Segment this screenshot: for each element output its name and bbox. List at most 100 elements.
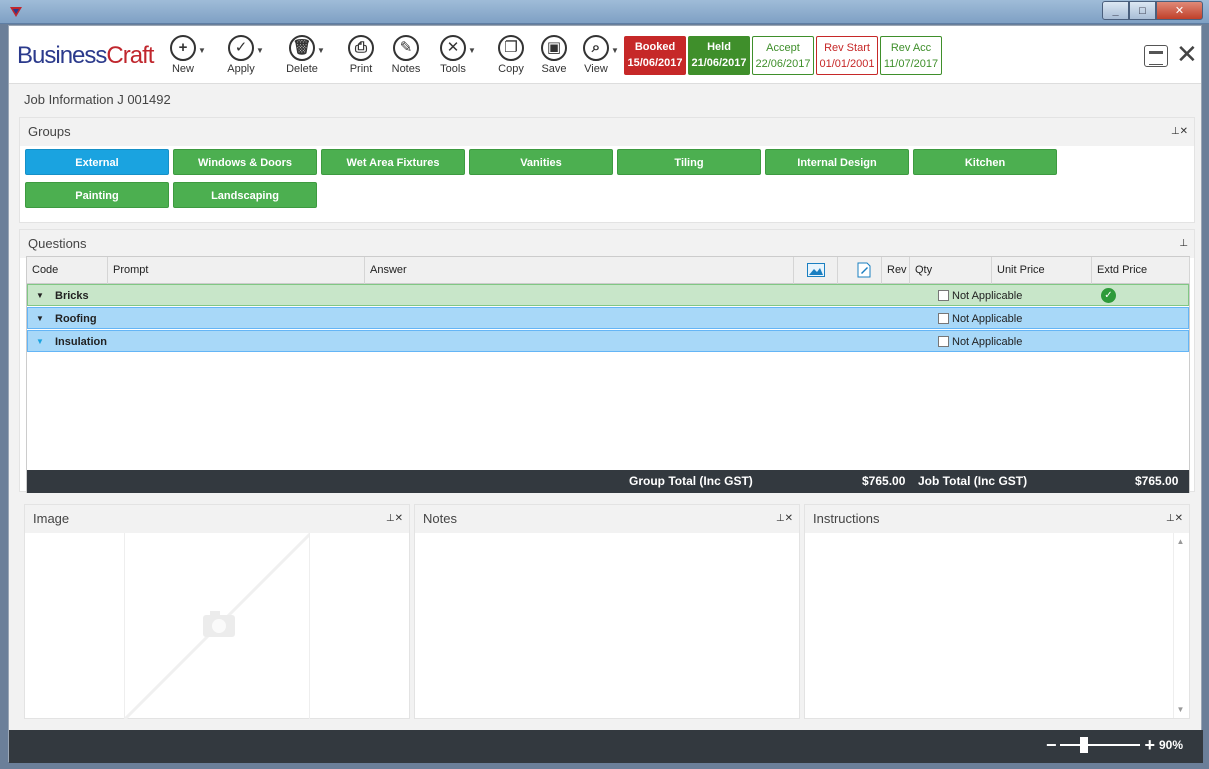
question-row-insulation[interactable]: ▼ Insulation Not Applicable — [27, 330, 1189, 352]
trash-icon: 🗑 — [289, 35, 315, 61]
status-held-badge[interactable]: Held 21/06/2017 — [688, 36, 750, 75]
chevron-down-icon[interactable]: ▼ — [611, 46, 619, 55]
status-rev-start-badge[interactable]: Rev Start 01/01/2001 — [816, 36, 878, 75]
col-image[interactable] — [794, 257, 838, 284]
chevron-down-icon[interactable]: ▼ — [468, 46, 476, 55]
tool-label: Print — [349, 63, 373, 75]
group-button-kitchen[interactable]: Kitchen — [913, 149, 1057, 175]
status-label: Accept — [766, 42, 800, 54]
group-button-tiling[interactable]: Tiling — [617, 149, 761, 175]
expand-arrow-icon[interactable]: ▼ — [36, 331, 44, 353]
tool-label: New — [171, 63, 194, 75]
status-booked-badge[interactable]: Booked 15/06/2017 — [624, 36, 686, 75]
checkbox-icon[interactable] — [938, 290, 949, 301]
search-icon: ⌕ — [583, 35, 609, 61]
chevron-down-icon[interactable]: ▼ — [198, 46, 206, 55]
col-notes[interactable] — [838, 257, 882, 284]
tool-apply-button[interactable]: ✓ ▼ Apply — [216, 35, 266, 75]
status-date: 22/06/2017 — [755, 58, 811, 70]
instructions-panel-title: Instructions — [813, 511, 880, 526]
job-info-title: Job Information J 001492 — [24, 92, 171, 107]
tool-view-button[interactable]: ⌕ ▼ View — [571, 35, 621, 75]
questions-table-header: Code Prompt Answer Rev Qty Unit Price Ex… — [27, 257, 1190, 284]
zoom-in-button[interactable]: + — [1144, 736, 1155, 754]
app-logo-icon — [10, 7, 22, 17]
questions-title: Questions — [28, 236, 87, 251]
expand-arrow-icon[interactable]: ▼ — [36, 285, 44, 307]
tools-icon: ✕ — [440, 35, 466, 61]
window-close-button[interactable]: ✕ — [1156, 1, 1203, 20]
pin-close-icon[interactable]: ⊥✕ — [1166, 505, 1183, 533]
col-qty[interactable]: Qty — [910, 257, 992, 284]
col-unit-price[interactable]: Unit Price — [992, 257, 1092, 284]
tool-label: Tools — [440, 63, 466, 75]
zoom-out-button[interactable]: − — [1046, 736, 1057, 754]
row-name: Bricks — [55, 290, 89, 302]
pin-close-icon[interactable]: ⊥✕ — [386, 505, 403, 533]
checkbox-icon[interactable] — [938, 313, 949, 324]
status-label: Rev Acc — [890, 42, 932, 54]
group-button-windows-doors[interactable]: Windows & Doors — [173, 149, 317, 175]
tool-delete-button[interactable]: 🗑 ▼ Delete — [277, 35, 327, 75]
app-client-area: BusinessCraft + ▼ New ✓ ▼ Apply 🗑 ▼ Delete ⎙ Print… — [8, 25, 1203, 763]
questions-table: Code Prompt Answer Rev Qty Unit Price Ex… — [26, 256, 1190, 493]
not-applicable-label: Not Applicable — [952, 336, 1023, 348]
zoom-control: − + 90% — [1046, 736, 1183, 754]
pin-close-icon[interactable]: ⊥✕ — [776, 505, 793, 533]
window-titlebar: _ □ ✕ — [0, 0, 1209, 24]
tool-notes-button[interactable]: ✎ Notes — [381, 35, 431, 75]
main-toolbar: BusinessCraft + ▼ New ✓ ▼ Apply 🗑 ▼ Delete ⎙ Print… — [9, 26, 1201, 84]
group-button-painting[interactable]: Painting — [25, 182, 169, 208]
zoom-slider-thumb[interactable] — [1080, 737, 1089, 753]
close-job-button[interactable]: ✕ — [1176, 40, 1198, 68]
not-applicable-label: Not Applicable — [952, 313, 1023, 325]
group-total-label: Group Total (Inc GST) — [629, 474, 753, 488]
group-button-landscaping[interactable]: Landscaping — [173, 182, 317, 208]
expand-arrow-icon[interactable]: ▼ — [36, 308, 44, 330]
scroll-up-icon[interactable]: ▲ — [1174, 537, 1187, 546]
not-applicable-checkbox[interactable]: Not Applicable — [938, 308, 1022, 330]
image-panel-header: Image ⊥✕ — [25, 505, 409, 533]
zoom-slider[interactable] — [1060, 737, 1141, 753]
status-label: Rev Start — [824, 42, 870, 54]
status-date: 11/07/2017 — [883, 58, 939, 70]
image-placeholder[interactable] — [124, 533, 310, 719]
pin-close-icon[interactable]: ⊥✕ — [1171, 118, 1188, 146]
question-row-roofing[interactable]: ▼ Roofing Not Applicable — [27, 307, 1189, 329]
calendar-view-button[interactable] — [1144, 45, 1168, 67]
col-answer[interactable]: Answer — [365, 257, 794, 284]
notes-icon: ✎ — [393, 35, 419, 61]
group-button-internal-design[interactable]: Internal Design — [765, 149, 909, 175]
not-applicable-checkbox[interactable]: Not Applicable — [938, 331, 1022, 353]
row-name: Roofing — [55, 313, 97, 325]
tool-print-button[interactable]: ⎙ Print — [336, 35, 386, 75]
image-panel: Image ⊥✕ — [24, 504, 410, 719]
status-label: Held — [707, 41, 731, 53]
group-button-wet-area-fixtures[interactable]: Wet Area Fixtures — [321, 149, 465, 175]
question-row-bricks[interactable]: ▼ Bricks Not Applicable ✓ — [27, 284, 1189, 306]
totals-bar: Group Total (Inc GST) $765.00 Job Total … — [27, 470, 1189, 493]
tool-tools-button[interactable]: ✕ ▼ Tools — [428, 35, 478, 75]
status-rev-acc-badge[interactable]: Rev Acc 11/07/2017 — [880, 36, 942, 75]
col-extd-price[interactable]: Extd Price — [1092, 257, 1190, 284]
chevron-down-icon[interactable]: ▼ — [256, 46, 264, 55]
instructions-scrollbar[interactable]: ▲ ▼ — [1173, 533, 1187, 718]
not-applicable-checkbox[interactable]: Not Applicable — [938, 285, 1022, 307]
col-prompt[interactable]: Prompt — [108, 257, 365, 284]
group-button-external[interactable]: External — [25, 149, 169, 175]
minimize-button[interactable]: _ — [1102, 1, 1129, 20]
col-code[interactable]: Code — [27, 257, 108, 284]
image-panel-title: Image — [33, 511, 70, 526]
questions-panel-header: Questions ⊥ — [20, 230, 1194, 258]
tool-new-button[interactable]: + ▼ New — [158, 35, 208, 75]
pin-icon[interactable]: ⊥ — [1179, 230, 1188, 258]
checkbox-icon[interactable] — [938, 336, 949, 347]
group-button-vanities[interactable]: Vanities — [469, 149, 613, 175]
window-controls: _ □ ✕ — [1102, 1, 1203, 20]
col-rev[interactable]: Rev — [882, 257, 910, 284]
scroll-down-icon[interactable]: ▼ — [1174, 705, 1187, 714]
status-accept-badge[interactable]: Accept 22/06/2017 — [752, 36, 814, 75]
chevron-down-icon[interactable]: ▼ — [317, 46, 325, 55]
maximize-button[interactable]: □ — [1129, 1, 1156, 20]
image-icon — [807, 263, 825, 277]
